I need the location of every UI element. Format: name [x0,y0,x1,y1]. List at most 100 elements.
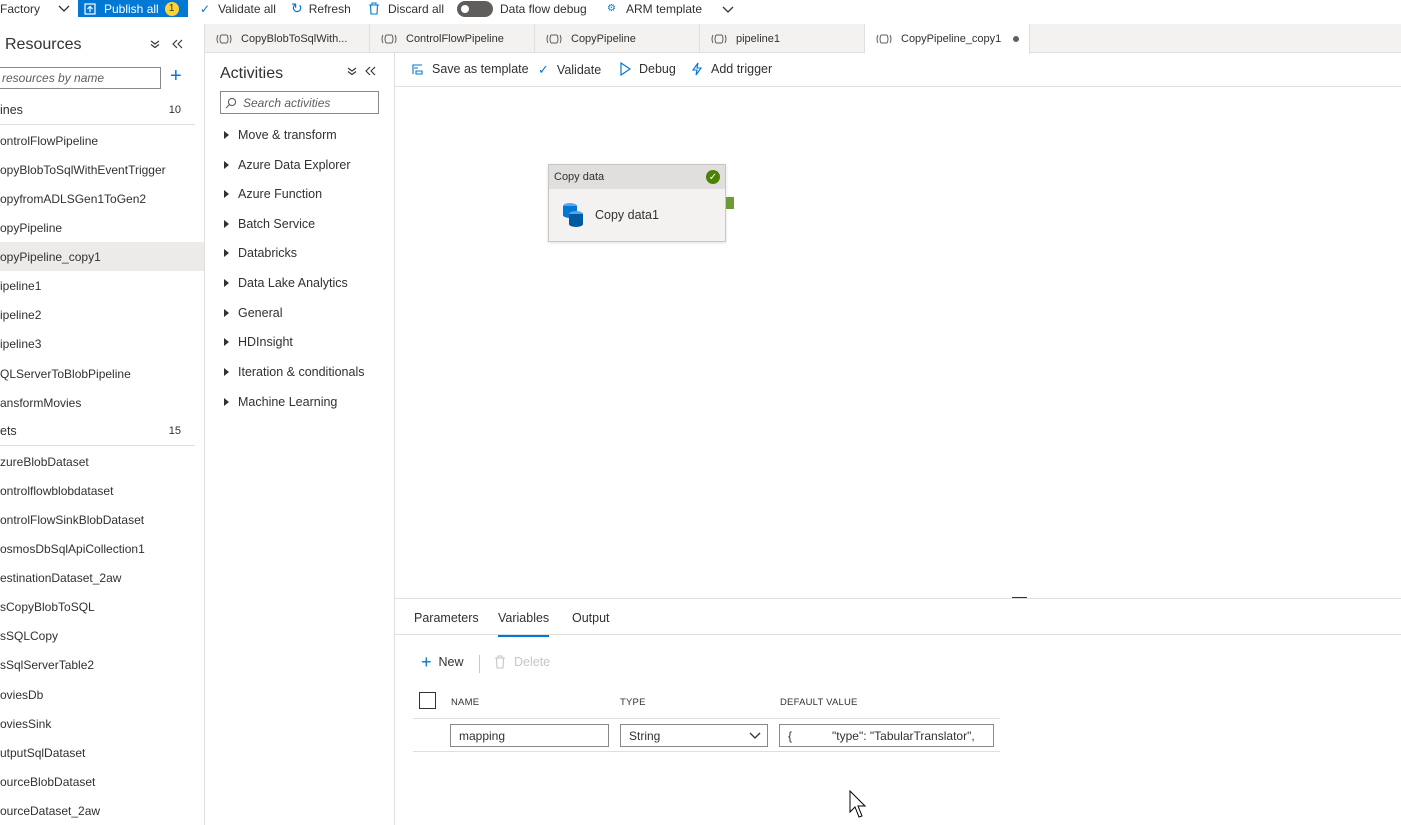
chevron-down-icon [722,6,734,13]
pipeline-item[interactable]: opyPipeline [0,213,204,242]
expand-triangle-icon [224,220,229,228]
refresh-button[interactable]: ↻ Refresh [291,0,351,17]
add-resource-button[interactable]: + [170,66,182,86]
tab-copypipeline[interactable]: CopyPipeline [535,24,700,53]
refresh-label: Refresh [308,1,351,16]
pipeline-item[interactable]: ipeline3 [0,329,204,358]
activity-group-move-transform[interactable]: Move & transform [224,125,337,145]
dataset-item[interactable]: ourceBlobDataset [0,767,204,796]
pipeline-item[interactable]: ipeline2 [0,300,204,329]
activity-group-machine-learning[interactable]: Machine Learning [224,392,337,412]
variable-name-input[interactable]: mapping [450,724,609,747]
factory-resources-panel: Resources resources by name + ines 10 on… [0,24,205,825]
dataset-item[interactable]: ontrolFlowSinkBlobDataset [0,505,204,534]
arm-template-menu[interactable]: ⚙ ARM template [607,0,734,17]
dataset-item[interactable]: sSqlServerTable2 [0,650,204,679]
dataset-item[interactable]: oviesSink [0,709,204,738]
node-output-port[interactable] [726,197,734,209]
dataset-item[interactable]: zureBlobDataset [0,447,204,476]
copy-data-activity-node[interactable]: Copy data ✓ Copy data1 [548,164,726,242]
pipeline-item[interactable]: opyBlobToSqlWithEventTrigger [0,155,204,184]
pipeline-item-label: QLServerToBlobPipeline [0,366,131,381]
dataset-item-label: ontrolFlowSinkBlobDataset [0,512,145,527]
canvas-toolbar: Save as template ✓ Validate Debug Add tr… [395,53,1401,87]
toggle-switch[interactable] [457,0,493,17]
dataset-item-label: sSQLCopy [0,628,59,643]
pipeline-item[interactable]: opyfromADLSGen1ToGen2 [0,184,204,213]
dataset-item[interactable]: sCopyBlobToSQL [0,592,204,621]
collapse-all-icon[interactable] [150,38,160,52]
tab-pipeline1[interactable]: pipeline1 [700,24,865,53]
tab-output[interactable]: Output [572,611,610,625]
publish-all-label: Publish all [104,1,159,16]
activity-group-hdinsight[interactable]: HDInsight [224,332,293,352]
activity-group-iteration-conditionals[interactable]: Iteration & conditionals [224,362,364,382]
publish-all-button[interactable]: Publish all 1 [78,0,188,17]
activity-group-batch-service[interactable]: Batch Service [224,214,315,234]
pipeline-item[interactable]: QLServerToBlobPipeline [0,359,204,388]
tab-copypipeline-copy1[interactable]: CopyPipeline_copy1 [865,24,1030,54]
activities-panel: Activities Search activities Move & tran… [205,53,395,825]
dataset-item-label: ourceDataset_2aw [0,803,101,818]
pipeline-item[interactable]: ansformMovies [0,388,204,417]
select-all-checkbox[interactable] [419,692,436,709]
tab-controlflowpipeline[interactable]: ControlFlowPipeline [370,24,535,53]
pipeline-item-label: opyfromADLSGen1ToGen2 [0,191,147,206]
save-as-template-button[interactable]: Save as template [411,62,529,76]
publish-count-badge: 1 [164,1,179,16]
activity-group-azure-function[interactable]: Azure Function [224,184,322,204]
delete-variable-button[interactable]: Delete [494,655,550,669]
new-variable-button[interactable]: + New [421,653,464,671]
activity-group-data-lake-analytics[interactable]: Data Lake Analytics [224,273,348,293]
play-icon [620,62,631,76]
collapse-all-icon[interactable] [347,65,357,79]
discard-all-label: Discard all [388,1,445,16]
add-trigger-label: Add trigger [711,62,773,76]
variable-type-select[interactable]: String [620,724,768,747]
resources-title: Resources [5,36,82,53]
dataset-item[interactable]: ontrolflowblobdataset [0,476,204,505]
tab-label: ControlFlowPipeline [406,32,504,45]
data-flow-debug-toggle[interactable]: Data flow debug [457,0,587,17]
expand-triangle-icon [224,279,229,287]
discard-all-button[interactable]: Discard all [368,0,444,17]
dataset-item[interactable]: utputSqlDataset [0,738,204,767]
validate-all-button[interactable]: ✓ Validate all [200,0,276,17]
factory-selector[interactable]: Factory [0,0,70,17]
activity-group-label: Data Lake Analytics [238,276,348,290]
debug-button[interactable]: Debug [619,62,676,76]
expand-triangle-icon [224,190,229,198]
dataset-item[interactable]: oviesDb [0,680,204,709]
tab-variables[interactable]: Variables [498,611,550,637]
datasets-count: 15 [168,425,181,437]
dataset-item[interactable]: estinationDataset_2aw [0,563,204,592]
factory-label: Factory [0,1,41,16]
collapse-panel-icon[interactable] [365,65,376,79]
dataset-item[interactable]: ourceDataset_2aw [0,796,204,825]
datasets-section-header[interactable]: ets 15 [0,417,195,446]
activities-search-input[interactable]: Search activities [220,91,379,114]
activity-group-label: Databricks [238,246,298,260]
unsaved-dot-icon [1013,36,1019,42]
activity-group-azure-data-explorer[interactable]: Azure Data Explorer [224,155,351,175]
column-header-name: NAME [451,697,480,708]
pipeline-item-label: opyBlobToSqlWithEventTrigger [0,162,166,177]
variable-default-value-input[interactable]: { "type": "TabularTranslator", [779,724,994,747]
resources-search-input[interactable]: resources by name [0,67,161,89]
validate-button[interactable]: ✓ Validate [538,62,601,78]
activity-group-label: General [238,306,283,320]
pipeline-item[interactable]: ontrolFlowPipeline [0,126,204,155]
dataset-item[interactable]: osmosDbSqlApiCollection1 [0,534,204,563]
tab-copyblobtosql[interactable]: CopyBlobToSqlWith... [205,24,370,53]
pipelines-section-header[interactable]: ines 10 [0,96,195,125]
dataset-item[interactable]: sSQLCopy [0,621,204,650]
collapse-panel-icon[interactable] [172,38,183,52]
pipeline-item-label: opyPipeline [0,220,63,235]
pipeline-item-selected[interactable]: opyPipeline_copy1 [0,242,204,271]
activity-group-databricks[interactable]: Databricks [224,243,297,263]
add-trigger-button[interactable]: Add trigger [691,62,772,76]
activity-group-general[interactable]: General [224,303,282,323]
delete-label: Delete [514,655,551,669]
tab-parameters[interactable]: Parameters [414,611,479,625]
pipeline-item[interactable]: ipeline1 [0,271,204,300]
